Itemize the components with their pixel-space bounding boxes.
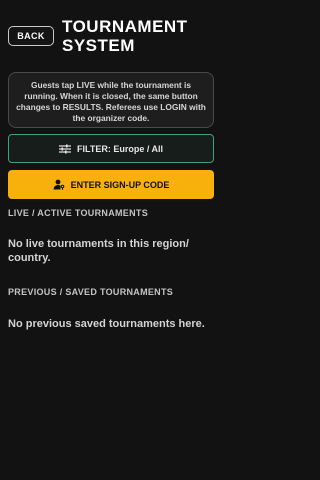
previous-section-heading: PREVIOUS / SAVED TOURNAMENTS xyxy=(8,287,174,297)
info-text: Guests tap LIVE while the tournament is … xyxy=(16,80,206,123)
app-header: BACK TOURNAMENT SYSTEM xyxy=(0,0,222,62)
previous-empty-message: No previous saved tournaments here. xyxy=(8,318,205,330)
signup-label: ENTER SIGN-UP CODE xyxy=(70,179,170,190)
filter-button[interactable]: FILTER: Europe / All xyxy=(8,134,214,163)
user-key-icon xyxy=(53,179,65,190)
filter-label: FILTER: Europe / All xyxy=(77,143,163,154)
back-button[interactable]: BACK xyxy=(8,26,54,46)
live-section-heading: LIVE / ACTIVE TOURNAMENTS xyxy=(8,208,149,218)
page-title: TOURNAMENT SYSTEM xyxy=(62,17,188,55)
sliders-icon xyxy=(59,144,71,154)
info-panel: Guests tap LIVE while the tournament is … xyxy=(8,72,214,128)
live-empty-message: No live tournaments in this region/ coun… xyxy=(8,238,189,264)
enter-signup-code-button[interactable]: ENTER SIGN-UP CODE xyxy=(8,170,214,199)
